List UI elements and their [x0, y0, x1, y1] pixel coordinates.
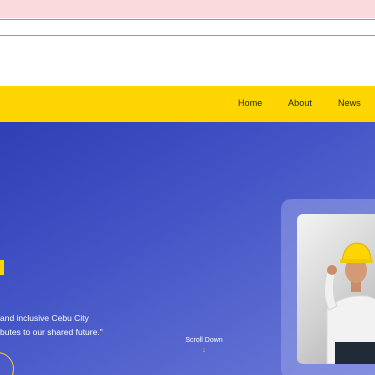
scroll-down-button[interactable]: Scroll Down ↓ [182, 337, 226, 354]
hero-quote-line-2: butes to our shared future." [0, 327, 103, 337]
scroll-down-label: Scroll Down [185, 337, 223, 344]
nav-link-news[interactable]: News [338, 98, 361, 108]
cta-circle-button[interactable] [0, 352, 14, 375]
nav-link-about[interactable]: About [288, 98, 312, 108]
navbar: Home About News [0, 86, 375, 122]
blank-area [0, 36, 375, 86]
heading-accent-bar [0, 260, 4, 275]
portrait-photo [297, 214, 375, 364]
portrait-illustration [323, 242, 375, 364]
nav-link-home[interactable]: Home [238, 98, 262, 108]
hero-section: and inclusive Cebu City butes to our sha… [0, 122, 375, 375]
arrow-down-icon: ↓ [202, 347, 206, 354]
top-band [0, 0, 375, 18]
divider-line [0, 19, 375, 20]
hero-quote-line-1: and inclusive Cebu City [0, 313, 89, 323]
